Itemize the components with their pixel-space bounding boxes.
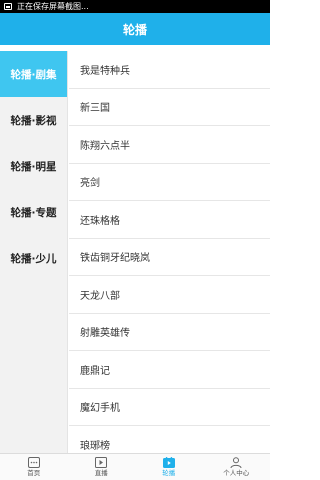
sidebar-item-stars[interactable]: 轮播·明星 — [0, 143, 67, 189]
list-item[interactable]: 还珠格格 — [69, 201, 270, 239]
list-item[interactable]: 亮剑 — [69, 164, 270, 201]
list-item-label: 陈翔六点半 — [80, 140, 130, 152]
list-item[interactable]: 新三国 — [69, 89, 270, 126]
list-item-label: 鹿鼎记 — [80, 365, 110, 377]
tab-label: 直播 — [94, 469, 108, 477]
list-item-label: 琅琊榜 — [80, 440, 110, 452]
sidebar-item-label: 轮播·专题 — [10, 206, 57, 219]
tab-label: 首页 — [27, 469, 41, 477]
status-text: 正在保存屏幕截图... — [17, 2, 89, 11]
list-item[interactable]: 陈翔六点半 — [69, 126, 270, 164]
tab-home[interactable]: 首页 — [0, 454, 68, 480]
list-item-label: 射雕英雄传 — [80, 328, 130, 340]
sidebar-item-movies[interactable]: 轮播·影视 — [0, 97, 67, 143]
status-bar: 正在保存屏幕截图... — [0, 0, 270, 13]
list-item[interactable]: 天龙八部 — [69, 276, 270, 314]
tab-profile[interactable]: 个人中心 — [203, 454, 271, 480]
list-item-label: 新三国 — [80, 103, 110, 115]
sidebar-item-label: 轮播·明星 — [10, 160, 57, 173]
tab-label: 轮播 — [162, 469, 176, 477]
sidebar-item-drama[interactable]: 轮播·剧集 — [0, 51, 67, 97]
tab-label: 个人中心 — [223, 469, 250, 477]
sidebar-item-kids[interactable]: 轮播·少儿 — [0, 235, 67, 281]
list-item[interactable]: 琅琊榜 — [69, 426, 270, 453]
list-item-label: 还珠格格 — [80, 215, 120, 227]
tab-live[interactable]: 直播 — [68, 454, 136, 480]
bottom-tab-bar: 首页 直播 轮播 个人中心 — [0, 453, 270, 480]
list-item-label: 亮剑 — [80, 178, 100, 190]
live-tv-icon — [95, 457, 108, 468]
list-item-label: 天龙八部 — [80, 290, 120, 302]
channel-list[interactable]: 我是特种兵 新三国 陈翔六点半 亮剑 还珠格格 铁齿铜牙纪晓岚 天龙八部 射雕英… — [69, 51, 270, 453]
list-item[interactable]: 射雕英雄传 — [69, 314, 270, 351]
list-item[interactable]: 铁齿铜牙纪晓岚 — [69, 239, 270, 276]
tab-carousel[interactable]: 轮播 — [135, 454, 203, 480]
sidebar-item-topics[interactable]: 轮播·专题 — [0, 189, 67, 235]
person-icon — [230, 457, 242, 468]
list-item-label: 魔幻手机 — [80, 403, 120, 415]
list-item-label: 我是特种兵 — [80, 65, 130, 77]
list-item[interactable]: 我是特种兵 — [69, 51, 270, 89]
screenshot-icon — [4, 3, 12, 10]
carousel-icon — [162, 457, 175, 468]
sidebar-item-label: 轮播·影视 — [10, 114, 57, 127]
category-sidebar: 轮播·剧集 轮播·影视 轮播·明星 轮播·专题 轮播·少儿 — [0, 51, 68, 453]
title-bar: 轮播 — [0, 13, 270, 45]
home-icon — [27, 457, 40, 468]
list-item[interactable]: 魔幻手机 — [69, 389, 270, 426]
list-item[interactable]: 鹿鼎记 — [69, 351, 270, 389]
page-title: 轮播 — [122, 22, 147, 37]
sidebar-item-label: 轮播·少儿 — [10, 252, 57, 265]
list-item-label: 铁齿铜牙纪晓岚 — [80, 253, 150, 265]
sidebar-item-label: 轮播·剧集 — [10, 68, 57, 81]
